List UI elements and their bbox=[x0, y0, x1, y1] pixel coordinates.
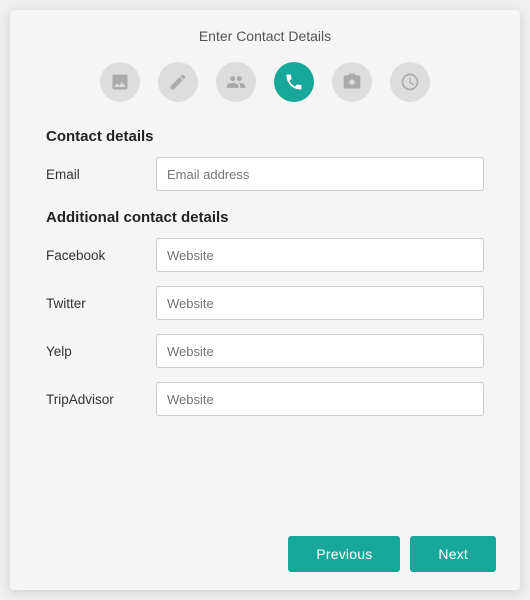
tripadvisor-label: TripAdvisor bbox=[46, 392, 156, 407]
yelp-label: Yelp bbox=[46, 344, 156, 359]
twitter-input[interactable] bbox=[156, 286, 484, 320]
facebook-row: Facebook bbox=[46, 238, 484, 272]
clock-icon bbox=[400, 72, 420, 92]
tripadvisor-input[interactable] bbox=[156, 382, 484, 416]
modal-title: Enter Contact Details bbox=[10, 10, 520, 54]
facebook-label: Facebook bbox=[46, 248, 156, 263]
additional-section-title: Additional contact details bbox=[46, 209, 484, 226]
step-camera[interactable] bbox=[332, 62, 372, 102]
step-people[interactable] bbox=[216, 62, 256, 102]
additional-section: Additional contact details Facebook Twit… bbox=[46, 209, 484, 416]
modal-body: Contact details Email Additional contact… bbox=[10, 118, 520, 522]
step-image[interactable] bbox=[100, 62, 140, 102]
modal-footer: Previous Next bbox=[10, 522, 520, 590]
previous-button[interactable]: Previous bbox=[288, 536, 400, 572]
email-input[interactable] bbox=[156, 157, 484, 191]
yelp-row: Yelp bbox=[46, 334, 484, 368]
twitter-label: Twitter bbox=[46, 296, 156, 311]
step-edit[interactable] bbox=[158, 62, 198, 102]
pencil-icon bbox=[168, 72, 188, 92]
image-icon bbox=[110, 72, 130, 92]
tripadvisor-row: TripAdvisor bbox=[46, 382, 484, 416]
email-label: Email bbox=[46, 167, 156, 182]
facebook-input[interactable] bbox=[156, 238, 484, 272]
phone-icon bbox=[284, 72, 304, 92]
people-icon bbox=[226, 72, 246, 92]
contact-section-title: Contact details bbox=[46, 128, 484, 145]
step-clock[interactable] bbox=[390, 62, 430, 102]
next-button[interactable]: Next bbox=[410, 536, 496, 572]
twitter-row: Twitter bbox=[46, 286, 484, 320]
camera-icon bbox=[342, 72, 362, 92]
email-row: Email bbox=[46, 157, 484, 191]
modal-container: Enter Contact Details Contact details bbox=[10, 10, 520, 590]
steps-bar bbox=[10, 54, 520, 118]
yelp-input[interactable] bbox=[156, 334, 484, 368]
step-phone[interactable] bbox=[274, 62, 314, 102]
